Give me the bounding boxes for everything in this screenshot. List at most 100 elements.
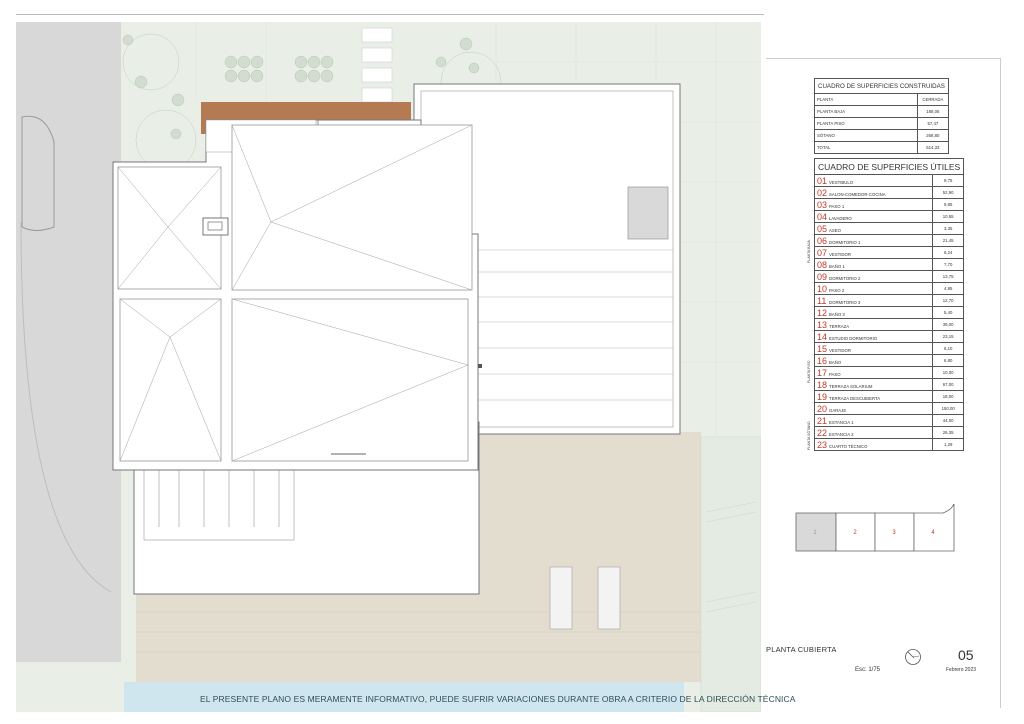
room-name: ESTANCIA 2 xyxy=(829,431,854,437)
built-header-cerrada: CERRADA xyxy=(916,93,949,106)
built-row-value: 188,06 xyxy=(916,105,949,118)
zone-label-planta-piso: PLANTA PISO xyxy=(807,360,811,384)
room-area: 9,85 xyxy=(932,198,965,211)
plan-scale: Esc: 1/75 xyxy=(855,667,881,673)
room-name: BAÑO 3 xyxy=(829,311,845,317)
room-area: 3,35 xyxy=(932,222,965,235)
useful-table-row: 02 SALON-COMEDOR-COCINA 52,90 xyxy=(813,186,965,199)
room-area: 44,00 xyxy=(932,414,965,427)
roof-plan-svg xyxy=(16,22,761,712)
key-plan-svg: 1 2 3 4 xyxy=(795,502,955,552)
room-number: 23 xyxy=(817,439,828,450)
useful-table-row: 09 DORMITORIO 2 13,75 xyxy=(813,270,965,283)
useful-table-row: 13 TERRAZA 39,00 xyxy=(813,318,965,331)
room-area: 21,45 xyxy=(932,234,965,247)
room-name: GARAJE xyxy=(829,407,847,413)
built-row-value: 57,47 xyxy=(916,117,949,130)
room-area: 23,15 xyxy=(932,330,965,343)
room-area: 10,55 xyxy=(932,210,965,223)
room-name: DORMITORIO 2 xyxy=(829,275,861,281)
right-panel-line xyxy=(766,58,1001,59)
zone-label-planta-baja: PLANTA BAJA xyxy=(807,240,811,263)
useful-table-row: 23 CUARTO TÉCNICO 1,29 xyxy=(813,438,965,451)
built-row-value: 268,80 xyxy=(916,129,949,142)
room-name: ESTANCIA 1 xyxy=(829,419,854,425)
room-area: 26,35 xyxy=(932,426,965,439)
room-name: PASO 2 xyxy=(829,287,845,293)
room-name: ESTUDIO DORMITORIO xyxy=(829,335,878,341)
room-area: 67,00 xyxy=(932,378,965,391)
room-area: 5,40 xyxy=(932,306,965,319)
useful-table-row: 04 LAVADERO 10,55 xyxy=(813,210,965,223)
roof-skylight xyxy=(627,186,669,240)
room-area: 6,24 xyxy=(932,246,965,259)
room-name: CUARTO TÉCNICO xyxy=(829,443,868,449)
roof-panel-4 xyxy=(231,298,469,462)
room-name: TERRAZA xyxy=(829,323,850,329)
built-row-label: SÓTANO xyxy=(814,129,918,142)
room-number: 05 xyxy=(817,223,828,234)
room-name: BAÑO 1 xyxy=(829,263,845,269)
room-area: 13,75 xyxy=(932,270,965,283)
sheet-number: 05 xyxy=(958,647,974,663)
useful-table-row: 21 ESTANCIA 1 44,00 xyxy=(813,414,965,427)
room-name: VESTIBULO xyxy=(829,179,854,185)
roof-panel-2 xyxy=(231,124,473,291)
built-row-label: TOTAL xyxy=(814,141,918,154)
room-area: 39,00 xyxy=(932,318,965,331)
room-name: VESTIDOR xyxy=(829,347,851,353)
built-header-planta: PLANTA xyxy=(814,93,918,106)
built-row-value: 514,33 xyxy=(916,141,949,154)
top-border-line xyxy=(16,14,764,15)
room-number: 04 xyxy=(817,211,828,222)
room-area: 9,75 xyxy=(932,174,965,187)
right-panel-side-line xyxy=(1000,58,1001,708)
useful-table-row: 11 DORMITORIO 3 12,70 xyxy=(813,294,965,307)
useful-table-row: 17 PASO 10,00 xyxy=(813,366,965,379)
useful-table-title: CUADRO DE SUPERFICIES ÚTILES xyxy=(813,158,965,175)
room-area: 18,00 xyxy=(932,390,965,403)
roof-plan-drawing xyxy=(16,22,761,712)
room-area: 10,00 xyxy=(932,366,965,379)
useful-table-row: 07 VESTIDOR 6,24 xyxy=(813,246,965,259)
useful-table-row: 22 ESTANCIA 2 26,35 xyxy=(813,426,965,439)
useful-table-row: 19 TERRAZA DESCUBIERTA 18,00 xyxy=(813,390,965,403)
room-name: VESTIDOR xyxy=(829,251,851,257)
key-plan-cell-4 xyxy=(913,502,955,552)
room-number: 11 xyxy=(817,295,827,306)
room-number: 12 xyxy=(817,307,828,318)
useful-table-row: 20 GARAJE 150,00 xyxy=(813,402,965,415)
room-name: PASO xyxy=(829,371,841,377)
useful-table-row: 10 PASO 2 4,85 xyxy=(813,282,965,295)
plan-title: PLANTA CUBIERTA xyxy=(766,645,837,654)
architectural-sheet: CUADRO DE SUPERFICIES CONSTRUIDAS PLANTA… xyxy=(0,0,1024,724)
room-number: 17 xyxy=(817,367,828,378)
sun-lounger-2 xyxy=(597,566,621,630)
room-area: 4,85 xyxy=(932,282,965,295)
useful-table-row: 08 BAÑO 1 7,70 xyxy=(813,258,965,271)
room-number: 09 xyxy=(817,271,828,282)
room-area: 52,90 xyxy=(932,186,965,199)
room-number: 18 xyxy=(817,379,828,390)
zone-label-planta-sotano: PLANTA SÓTANO xyxy=(807,421,811,450)
room-name: TERRAZA SOLARIUM xyxy=(829,383,873,389)
plan-date: Febrero 2023 xyxy=(946,667,977,673)
useful-table-row: 03 PASO 1 9,85 xyxy=(813,198,965,211)
room-number: 08 xyxy=(817,259,828,270)
built-row-label: PLANTA PISO xyxy=(814,117,918,130)
room-name: DORMITORIO 3 xyxy=(829,299,861,305)
room-number: 20 xyxy=(817,403,828,414)
useful-surfaces-table: CUADRO DE SUPERFICIES ÚTILES 01 VESTIBULO… xyxy=(813,158,965,451)
built-surfaces-table: CUADRO DE SUPERFICIES CONSTRUIDAS PLANTA… xyxy=(814,78,949,154)
roof-vent xyxy=(202,217,229,236)
room-number: 19 xyxy=(817,391,828,402)
disclaimer-text: EL PRESENTE PLANO ES MERAMENTE INFORMATI… xyxy=(200,694,796,704)
room-number: 06 xyxy=(817,235,828,246)
room-number: 13 xyxy=(817,319,828,330)
room-area: 150,00 xyxy=(932,402,965,415)
useful-table-row: 05 ASEO 3,35 xyxy=(813,222,965,235)
useful-table-row: 01 VESTIBULO 9,75 xyxy=(813,174,965,187)
surface-tables-panel: CUADRO DE SUPERFICIES CONSTRUIDAS PLANTA… xyxy=(807,78,965,451)
useful-table-row: 12 BAÑO 3 5,40 xyxy=(813,306,965,319)
room-name: TERRAZA DESCUBIERTA xyxy=(829,395,881,401)
